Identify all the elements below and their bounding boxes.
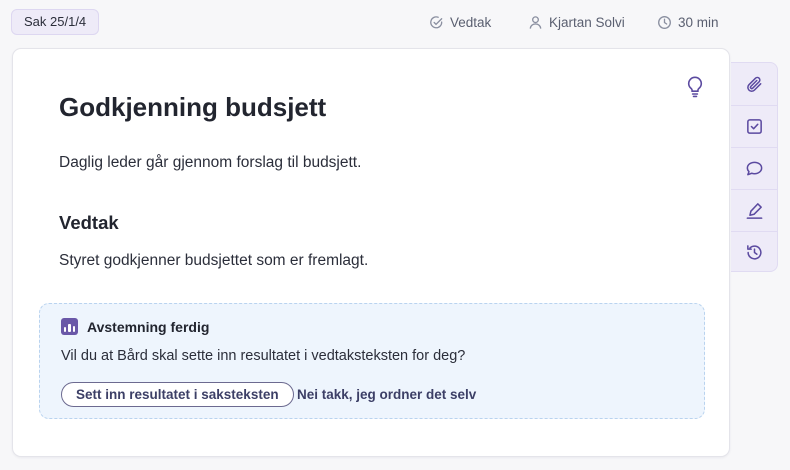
attachments-button[interactable] bbox=[731, 63, 777, 105]
insert-result-button[interactable]: Sett inn resultatet i saksteksten bbox=[61, 382, 294, 407]
responsible-person: Kjartan Solvi bbox=[528, 12, 625, 32]
person-name: Kjartan Solvi bbox=[549, 14, 625, 30]
checkbox-icon bbox=[746, 119, 762, 134]
decision-heading: Vedtak bbox=[59, 212, 119, 233]
duration-label: 30 min bbox=[678, 14, 719, 30]
lightbulb-icon[interactable] bbox=[684, 74, 706, 98]
comment-icon bbox=[746, 161, 762, 176]
agenda-item-card: Godkjenning budsjett Daglig leder går gj… bbox=[12, 48, 730, 457]
side-toolbar bbox=[731, 62, 778, 272]
pen-icon bbox=[746, 203, 762, 219]
case-number-badge: Sak 25/1/4 bbox=[11, 9, 100, 35]
item-title: Godkjenning budsjett bbox=[59, 92, 327, 122]
item-duration: 30 min bbox=[657, 12, 719, 32]
history-icon bbox=[746, 245, 762, 260]
tasks-button[interactable] bbox=[731, 105, 777, 147]
decision-text[interactable]: Styret godkjenner budsjettet som er frem… bbox=[59, 252, 368, 270]
history-button[interactable] bbox=[731, 231, 777, 273]
bar-chart-icon bbox=[61, 318, 78, 335]
vote-panel-question: Vil du at Bård skal sette inn resultatet… bbox=[61, 348, 466, 364]
vote-result-panel: Avstemning ferdig Vil du at Bård skal se… bbox=[39, 303, 705, 419]
vote-panel-header: Avstemning ferdig bbox=[61, 318, 209, 335]
meeting-item-type: Vedtak bbox=[429, 12, 491, 32]
user-icon bbox=[529, 15, 542, 29]
comments-button[interactable] bbox=[731, 147, 777, 189]
clock-icon bbox=[658, 15, 671, 29]
item-type-label: Vedtak bbox=[450, 14, 492, 30]
check-circle-icon bbox=[430, 15, 443, 28]
decline-button[interactable]: Nei takk, jeg ordner det selv bbox=[297, 382, 476, 407]
paperclip-icon bbox=[746, 76, 761, 92]
item-intro-text: Daglig leder går gjennom forslag til bud… bbox=[59, 154, 362, 171]
vote-panel-title: Avstemning ferdig bbox=[87, 318, 210, 335]
sign-button[interactable] bbox=[731, 189, 777, 231]
